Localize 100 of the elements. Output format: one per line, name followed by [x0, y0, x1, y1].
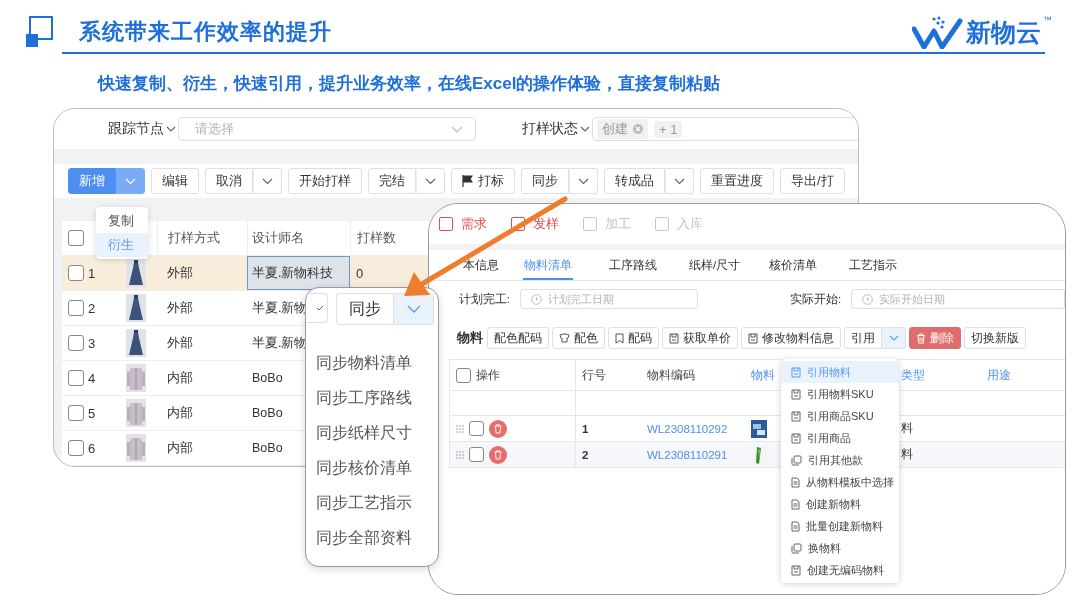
toolbar-button[interactable]: 配色 [552, 327, 605, 349]
save-icon [791, 432, 801, 444]
save-icon [791, 388, 801, 400]
tab[interactable]: 工序路线 [609, 250, 689, 280]
toolbar-button[interactable]: 配色配码 [487, 327, 549, 349]
checkbox[interactable] [439, 217, 453, 231]
table-cell: 料 [901, 421, 913, 436]
drag-handle-icon[interactable] [456, 424, 464, 433]
toolbar-button[interactable]: 编辑 [151, 168, 199, 194]
column-header: 打样数 [357, 229, 396, 247]
menu-item[interactable]: 创建新物料 [781, 493, 899, 515]
row-number: 5 [88, 405, 97, 421]
toolbar-button[interactable]: 开始打样 [288, 168, 362, 194]
checkbox[interactable] [68, 230, 84, 246]
filter-label[interactable]: 跟踪节点 [108, 120, 164, 138]
tab[interactable]: 工艺指示 [849, 250, 929, 280]
section-title: 物料 [457, 329, 483, 347]
delete-icon[interactable] [489, 445, 507, 464]
brand-name: 新物云 [966, 16, 1041, 48]
checkbox[interactable] [68, 335, 84, 351]
save-icon [791, 564, 801, 576]
close-icon[interactable] [633, 124, 643, 134]
caret-icon [262, 177, 273, 185]
menu-item[interactable]: 批量创建新物料 [781, 515, 899, 537]
save-icon [748, 332, 758, 344]
table-cell: 外部 [167, 334, 193, 352]
checkbox[interactable] [68, 405, 84, 421]
tab[interactable]: 核价清单 [769, 250, 849, 280]
more-count: + 1 [654, 120, 683, 138]
toolbar-button[interactable]: 获取单价 [662, 327, 738, 349]
checkbox-label: 发样 [533, 215, 559, 233]
slide-title: 系统带来工作效率的提升 [79, 18, 332, 46]
tag: 创建 [597, 119, 648, 139]
trash-icon [916, 332, 926, 344]
checkbox[interactable] [469, 421, 484, 436]
checkbox[interactable] [68, 440, 84, 456]
menu-item[interactable]: 引用物料SKU [781, 383, 899, 405]
copy-icon [791, 454, 802, 466]
menu-item[interactable]: 从物料模板中选择 [781, 471, 899, 493]
select-field[interactable] [306, 293, 328, 323]
toolbar-button[interactable]: 导出/打 [780, 168, 845, 194]
row-number: 6 [88, 440, 97, 456]
checkbox-label: 加工 [605, 215, 631, 233]
toolbar-button[interactable]: 配码 [608, 327, 659, 349]
toolbar-button[interactable]: 切换新版 [964, 327, 1026, 349]
caret-icon [425, 177, 436, 185]
caret-icon [889, 335, 899, 341]
menu-item[interactable]: 引用商品 [781, 427, 899, 449]
flag-button[interactable]: 打标 [451, 168, 515, 194]
table-cell: BoBo [252, 406, 283, 420]
table-cell: 内部 [167, 369, 193, 387]
toolbar-button[interactable]: 重置进度 [700, 168, 774, 194]
toolbar-button[interactable]: 修改物料信息 [741, 327, 841, 349]
checkbox[interactable] [655, 217, 669, 231]
menu-item[interactable]: 同步核价清单 [316, 450, 438, 485]
caret-icon [580, 126, 590, 132]
filter-label[interactable]: 打样状态 [522, 120, 578, 138]
menu-item[interactable]: 创建无编码物料 [781, 559, 899, 581]
checkbox[interactable] [68, 265, 84, 281]
sync-button[interactable]: 同步 [336, 293, 394, 325]
toolbar-button[interactable]: 转成品 [604, 168, 665, 194]
menu-item[interactable]: 引用其他款 [781, 449, 899, 471]
row-number: 2 [88, 300, 97, 316]
toolbar-button[interactable]: 引用 [844, 327, 882, 349]
shirt-icon [559, 333, 570, 343]
caret-icon [125, 177, 136, 185]
menu-item[interactable]: 换物料 [781, 537, 899, 559]
flag-icon [462, 175, 473, 187]
menu-item[interactable]: 复制 [96, 209, 148, 233]
field-label: 实际开始: [789, 291, 842, 307]
tab[interactable]: 本信息 [463, 250, 523, 280]
column-header: 打样方式 [168, 229, 220, 247]
table-cell: BoBo [252, 371, 283, 385]
checkbox[interactable] [511, 217, 525, 231]
save-icon [791, 366, 801, 378]
caret-icon [407, 305, 421, 313]
check-icon [316, 305, 324, 311]
table-cell: 1 [582, 422, 589, 435]
tab[interactable]: 纸样/尺寸 [689, 250, 769, 280]
menu-item[interactable]: 同步工艺指示 [316, 485, 438, 520]
menu-item[interactable]: 同步物料清单 [316, 345, 438, 380]
menu-item[interactable]: 同步全部资料 [316, 520, 438, 555]
slide-subtitle: 快速复制、衍生，快速引用，提升业务效率，在线Excel的操作体验，直接复制粘贴 [98, 73, 722, 95]
checkbox[interactable] [456, 367, 471, 383]
checkbox[interactable] [68, 300, 84, 316]
checkbox[interactable] [583, 217, 597, 231]
column-header: 物料编码 [647, 367, 695, 383]
table-cell: BoBo [252, 441, 283, 455]
delete-icon[interactable] [489, 419, 507, 438]
menu-item[interactable]: 同步工序路线 [316, 380, 438, 415]
toolbar-button[interactable]: 取消 [205, 168, 253, 194]
checkbox[interactable] [469, 447, 484, 462]
dropdown-button[interactable] [116, 168, 145, 194]
checkbox[interactable] [68, 370, 84, 386]
menu-item[interactable]: 引用商品SKU [781, 405, 899, 427]
toolbar-button[interactable]: 完结 [368, 168, 416, 194]
toolbar-button[interactable]: 同步 [521, 168, 569, 194]
menu-item[interactable]: 同步纸样尺寸 [316, 415, 438, 450]
document-icon [791, 498, 800, 510]
drag-handle-icon[interactable] [456, 450, 464, 459]
